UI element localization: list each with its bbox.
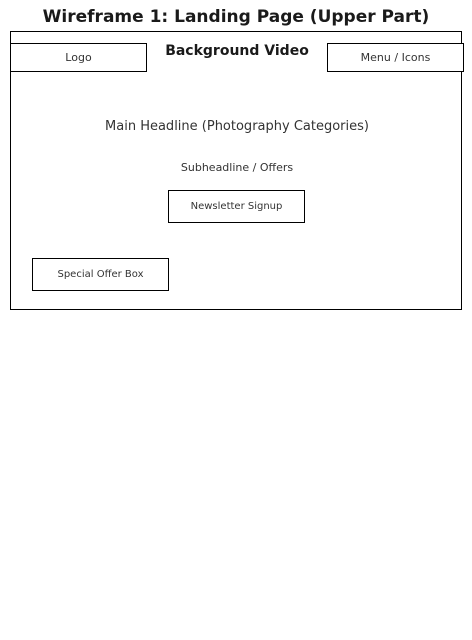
background-video-label: Background Video	[165, 43, 309, 59]
newsletter-signup-box[interactable]: Newsletter Signup	[168, 190, 305, 223]
special-offer-box[interactable]: Special Offer Box	[32, 258, 169, 291]
logo-placeholder[interactable]: Logo	[10, 43, 147, 72]
page-title: Wireframe 1: Landing Page (Upper Part)	[42, 7, 430, 27]
logo-label: Logo	[65, 51, 92, 64]
subheadline: Subheadline / Offers	[180, 161, 294, 174]
main-headline: Main Headline (Photography Categories)	[105, 119, 369, 134]
special-offer-label: Special Offer Box	[57, 269, 144, 280]
newsletter-signup-label: Newsletter Signup	[190, 201, 283, 212]
background-video-frame: Background Video Logo Menu / Icons Main …	[10, 31, 464, 310]
menu-icons-placeholder[interactable]: Menu / Icons	[327, 43, 464, 72]
menu-icons-label: Menu / Icons	[360, 51, 431, 64]
